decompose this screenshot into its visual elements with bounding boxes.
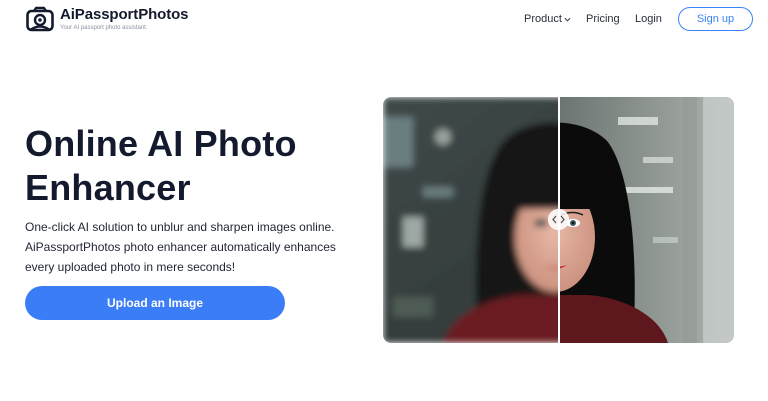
upload-image-button[interactable]: Upload an Image	[25, 286, 285, 320]
nav-product[interactable]: Product	[524, 12, 571, 26]
title-line-1: Online AI Photo	[25, 123, 297, 164]
page-title: Online AI Photo Enhancer	[25, 122, 355, 210]
camera-icon	[26, 6, 54, 32]
chevron-down-icon	[564, 17, 571, 22]
description-line-3: every uploaded photo in mere seconds!	[25, 260, 236, 274]
nav-pricing[interactable]: Pricing	[586, 12, 620, 26]
hero-description: One-click AI solution to unblur and shar…	[25, 217, 355, 277]
description-line-2: AiPassportPhotos photo enhancer automati…	[25, 240, 336, 254]
signup-button[interactable]: Sign up	[678, 7, 753, 31]
nav-product-label: Product	[524, 13, 562, 25]
compare-arrows-icon[interactable]	[548, 209, 569, 230]
title-line-2: Enhancer	[25, 167, 191, 208]
logo[interactable]: AiPassportPhotos Your AI passport photo …	[26, 5, 189, 32]
nav-login[interactable]: Login	[635, 12, 662, 26]
brand-tagline: Your AI passport photo assistant.	[60, 24, 148, 31]
description-line-1: One-click AI solution to unblur and shar…	[25, 220, 335, 234]
site-header: AiPassportPhotos Your AI passport photo …	[0, 0, 768, 40]
brand-name: AiPassportPhotos	[60, 5, 189, 23]
